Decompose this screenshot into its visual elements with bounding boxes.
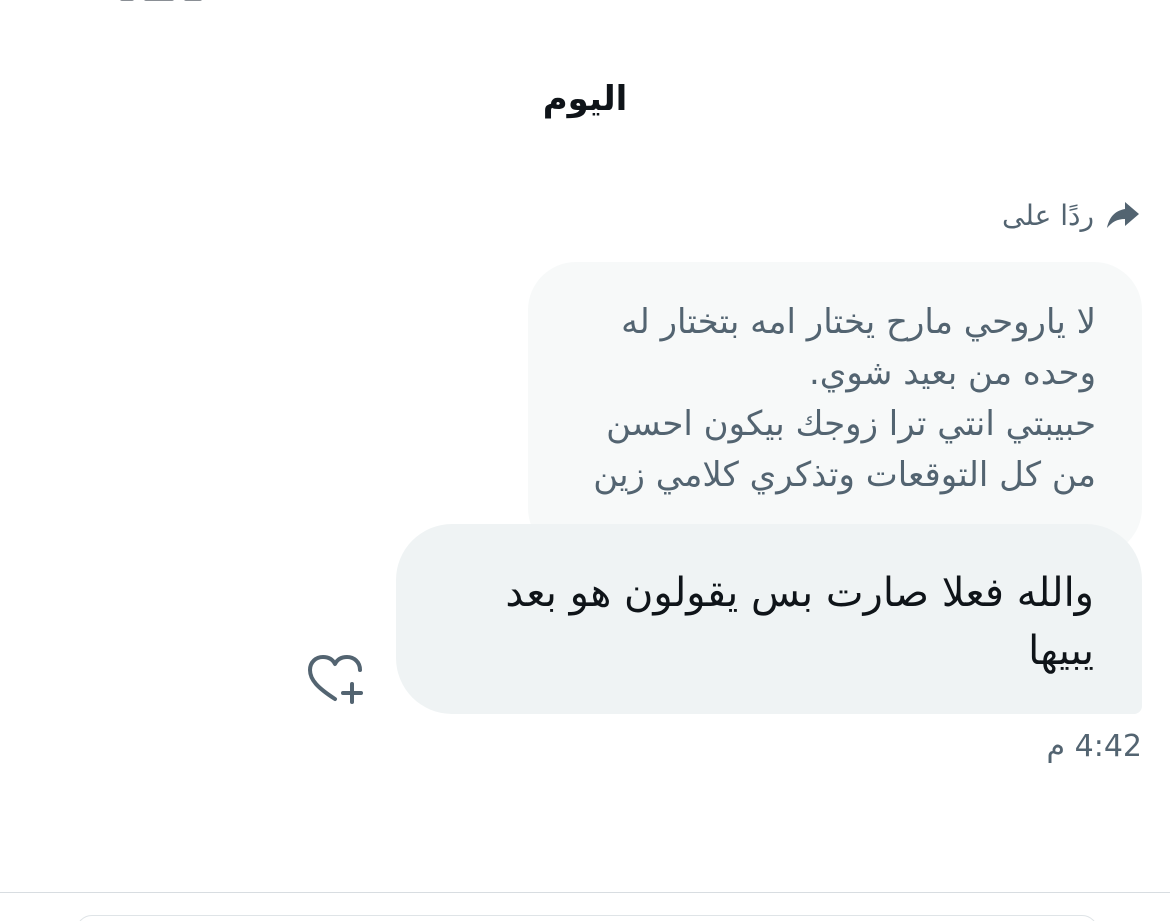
date-divider: اليوم [542, 79, 628, 119]
clipped-top-text [120, 0, 210, 6]
reply-label: ردًا على [1002, 198, 1094, 232]
reply-context: ردًا على [1002, 188, 1142, 242]
reply-arrow-icon [1104, 196, 1142, 234]
dm-conversation-screen: اليوم ردًا على لا ياروحي مارح يختار امه … [0, 0, 1170, 921]
message-timestamp: 4:42 م [1046, 729, 1143, 764]
quoted-message[interactable]: لا ياروحي مارح يختار امه بتختار له وحده … [528, 262, 1142, 556]
composer-divider [0, 892, 1170, 893]
message-composer[interactable] [76, 915, 1098, 921]
message-bubble[interactable]: والله فعلا صارت بس يقولون هو بعد يبيها [396, 524, 1142, 714]
heart-plus-icon[interactable] [302, 648, 372, 712]
